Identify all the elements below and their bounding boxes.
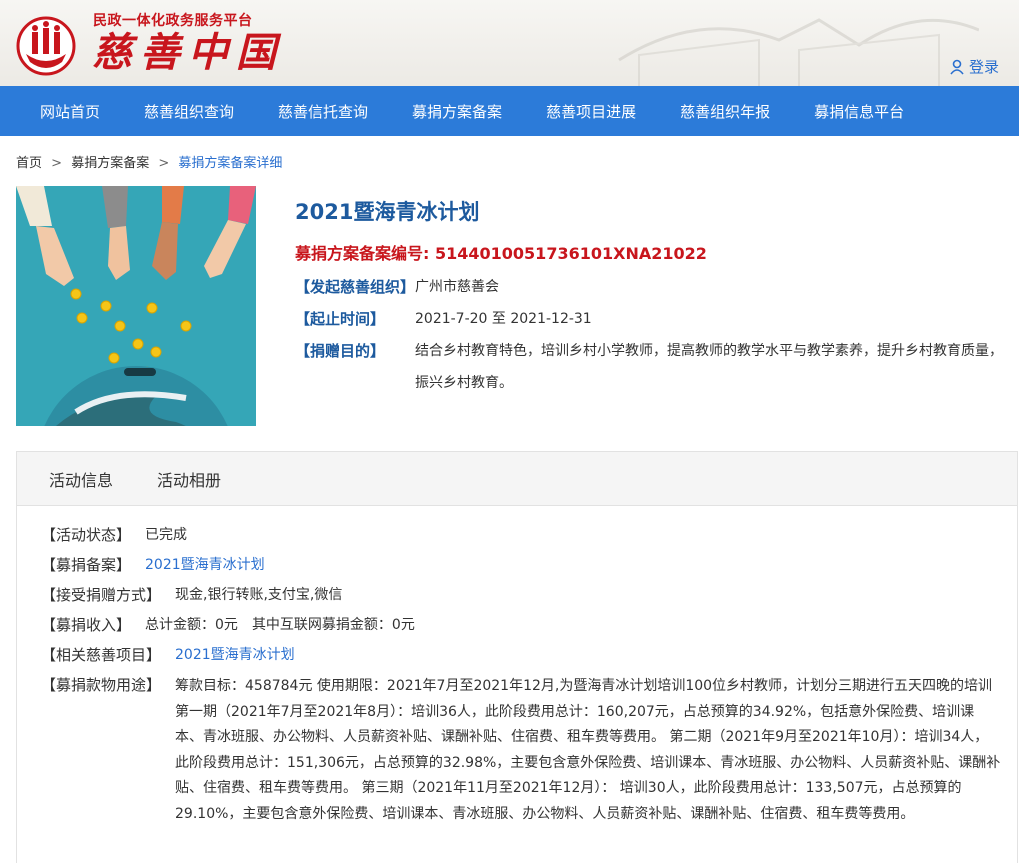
status-label: 【活动状态】 xyxy=(41,526,132,544)
period-label: 【起止时间】 xyxy=(295,310,386,328)
brand-title: 慈善中国 xyxy=(92,29,284,76)
income-online: 其中互联网募捐金额：0元 xyxy=(251,617,415,633)
nav-item-trust-query[interactable]: 慈善信托查询 xyxy=(278,101,368,122)
main-nav: 网站首页 慈善组织查询 慈善信托查询 募捐方案备案 慈善项目进展 慈善组织年报 … xyxy=(0,86,1019,136)
nav-item-plan-record[interactable]: 募捐方案备案 xyxy=(412,101,502,122)
income-value: 总计金额：0元 其中互联网募捐金额：0元 xyxy=(145,614,1017,636)
purpose-row: 【捐赠目的】 结合乡村教育特色，培训乡村小学教师，提高教师的教学水平与教学素养，… xyxy=(295,340,1015,399)
method-value: 现金,银行转账,支付宝,微信 xyxy=(175,587,343,603)
nav-item-annual-report[interactable]: 慈善组织年报 xyxy=(680,101,770,122)
charity-logo-icon xyxy=(16,16,76,76)
tab-activity-album[interactable]: 活动相册 xyxy=(157,467,221,491)
record-row: 【募捐备案】 2021暨海青冰计划 xyxy=(41,554,1017,576)
breadcrumb-current: 募捐方案备案详细 xyxy=(178,156,283,171)
period-row: 【起止时间】 2021-7-20 至 2021-12-31 xyxy=(295,308,1015,330)
login-link[interactable]: 登录 xyxy=(949,56,999,77)
income-total: 总计金额：0元 xyxy=(145,617,238,633)
project-link[interactable]: 2021暨海青冰计划 xyxy=(175,644,1017,666)
org-label: 【发起慈善组织】 xyxy=(295,278,416,296)
plan-info: 2021暨海青冰计划 募捐方案备案编号: 5144010051736101XNA… xyxy=(295,196,1015,409)
breadcrumb-plan-record[interactable]: 募捐方案备案 xyxy=(71,156,149,171)
plan-title: 2021暨海青冰计划 xyxy=(295,200,480,224)
purpose-value: 结合乡村教育特色，培训乡村小学教师，提高教师的教学水平与教学素养，提升乡村教育质… xyxy=(415,343,1003,391)
project-label: 【相关慈善项目】 xyxy=(41,646,162,664)
nav-item-org-query[interactable]: 慈善组织查询 xyxy=(144,101,234,122)
plan-code-label: 募捐方案备案编号: xyxy=(295,244,430,263)
org-value: 广州市慈善会 xyxy=(415,279,499,295)
usage-row: 【募捐款物用途】 筹款目标：458784元 使用期限：2021年7月至2021年… xyxy=(41,674,1017,827)
method-label: 【接受捐赠方式】 xyxy=(41,586,162,604)
user-icon xyxy=(950,59,964,75)
income-label: 【募捐收入】 xyxy=(41,616,132,634)
tab-activity-info[interactable]: 活动信息 xyxy=(49,467,113,491)
breadcrumb-separator: > xyxy=(158,156,170,171)
donation-hands-illustration xyxy=(16,186,256,426)
login-label: 登录 xyxy=(968,58,999,76)
activity-panel: 活动信息 活动相册 【活动状态】 已完成 【募捐备案】 2021暨海青冰计划 【… xyxy=(16,451,1018,863)
nav-item-project-progress[interactable]: 慈善项目进展 xyxy=(546,101,636,122)
status-row: 【活动状态】 已完成 xyxy=(41,524,1017,546)
nav-item-info-platform[interactable]: 募捐信息平台 xyxy=(814,101,904,122)
purpose-label: 【捐赠目的】 xyxy=(295,342,386,360)
breadcrumb: 首页 > 募捐方案备案 > 募捐方案备案详细 xyxy=(16,152,282,171)
usage-label: 【募捐款物用途】 xyxy=(41,676,162,694)
plan-code-value: 5144010051736101XNA21022 xyxy=(434,244,707,263)
status-value: 已完成 xyxy=(145,527,188,543)
period-value: 2021-7-20 至 2021-12-31 xyxy=(415,311,592,327)
org-row: 【发起慈善组织】 广州市慈善会 xyxy=(295,276,1015,298)
breadcrumb-separator: > xyxy=(51,156,63,171)
activity-details: 【活动状态】 已完成 【募捐备案】 2021暨海青冰计划 【接受捐赠方式】 现金… xyxy=(17,506,1017,827)
activity-tabs: 活动信息 活动相册 xyxy=(17,452,1017,506)
method-row: 【接受捐赠方式】 现金,银行转账,支付宝,微信 xyxy=(41,584,1017,606)
platform-tagline: 民政一体化政务服务平台 xyxy=(93,13,253,29)
plan-cover-image xyxy=(16,186,256,426)
roof-decoration-icon xyxy=(618,18,979,86)
record-label: 【募捐备案】 xyxy=(41,556,132,574)
income-row: 【募捐收入】 总计金额：0元 其中互联网募捐金额：0元 xyxy=(41,614,1017,636)
nav-item-home[interactable]: 网站首页 xyxy=(40,101,100,122)
usage-value: 筹款目标：458784元 使用期限：2021年7月至2021年12月,为暨海青冰… xyxy=(175,678,1001,822)
breadcrumb-home[interactable]: 首页 xyxy=(16,156,42,171)
plan-code: 募捐方案备案编号: 5144010051736101XNA21022 xyxy=(295,240,1015,264)
site-header: 民政一体化政务服务平台 慈善中国 登录 xyxy=(0,0,1019,86)
record-link[interactable]: 2021暨海青冰计划 xyxy=(145,554,1017,576)
project-row: 【相关慈善项目】 2021暨海青冰计划 xyxy=(41,644,1017,666)
